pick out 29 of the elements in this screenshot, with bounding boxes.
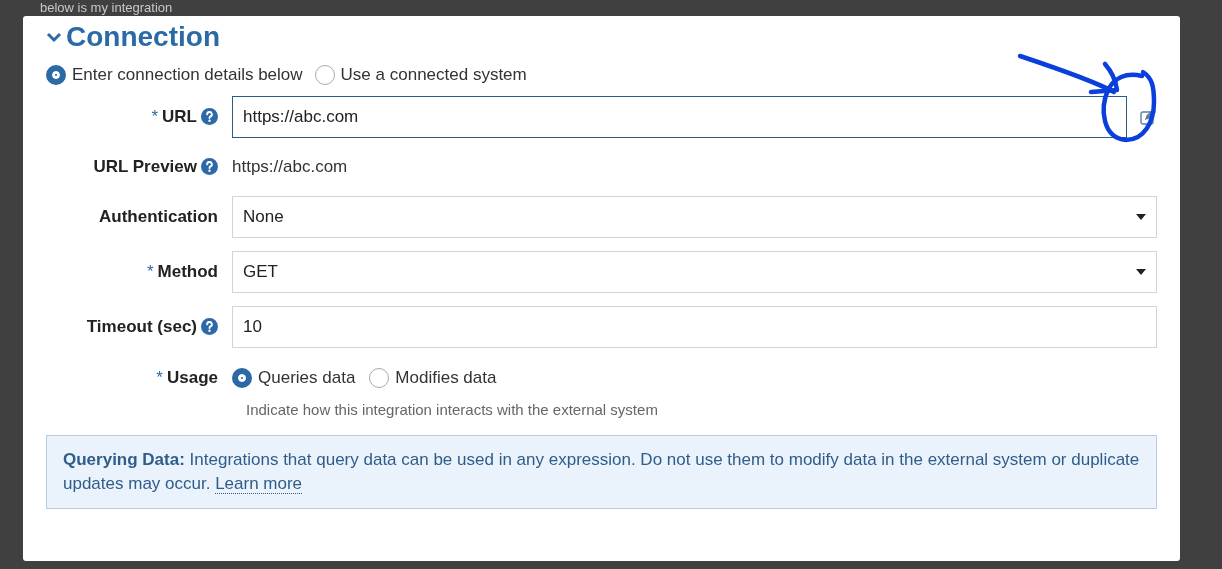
- text-field[interactable]: https://abc.com: [232, 95, 1127, 138]
- radio-option[interactable]: Modifies data: [369, 364, 497, 391]
- learn-more-link[interactable]: Learn more: [215, 474, 303, 494]
- field-label: URL Preview: [93, 155, 197, 178]
- required-asterisk: *: [146, 260, 154, 283]
- required-asterisk: *: [151, 105, 159, 128]
- field-label: Method: [157, 260, 218, 283]
- dropdown[interactable]: None: [232, 195, 1157, 238]
- hint-text: Indicate how this integration interacts with the external system: [246, 399, 659, 420]
- field-label: Usage: [166, 366, 218, 389]
- chevron-icon: [46, 31, 62, 43]
- info-text: Querying Data: Integrations that query data can be used in any expression. Do not use them to modify data in the external system or duplicate updates may occur. Learn more: [63, 449, 1140, 496]
- field-label: URL: [162, 105, 197, 128]
- radio-option[interactable]: Use a connected system: [314, 62, 527, 88]
- background-text: below is my integration: [40, 1, 173, 15]
- caret-icon: [1136, 213, 1146, 220]
- help-icon[interactable]: [201, 108, 218, 125]
- required-asterisk: *: [156, 366, 163, 389]
- dropdown[interactable]: GET: [232, 250, 1157, 293]
- radio-option[interactable]: Enter connection details below: [46, 62, 303, 88]
- help-icon[interactable]: [201, 158, 218, 175]
- radio-option[interactable]: Queries data: [232, 364, 356, 391]
- preview-value: https://abc.com: [232, 155, 348, 178]
- field-label: Authentication: [99, 205, 218, 228]
- field-label: Timeout (sec): [86, 315, 197, 338]
- text-field[interactable]: 10: [232, 305, 1157, 348]
- help-icon[interactable]: [201, 318, 218, 335]
- section-toggle[interactable]: Connection: [46, 20, 220, 54]
- caret-icon: [1136, 268, 1146, 275]
